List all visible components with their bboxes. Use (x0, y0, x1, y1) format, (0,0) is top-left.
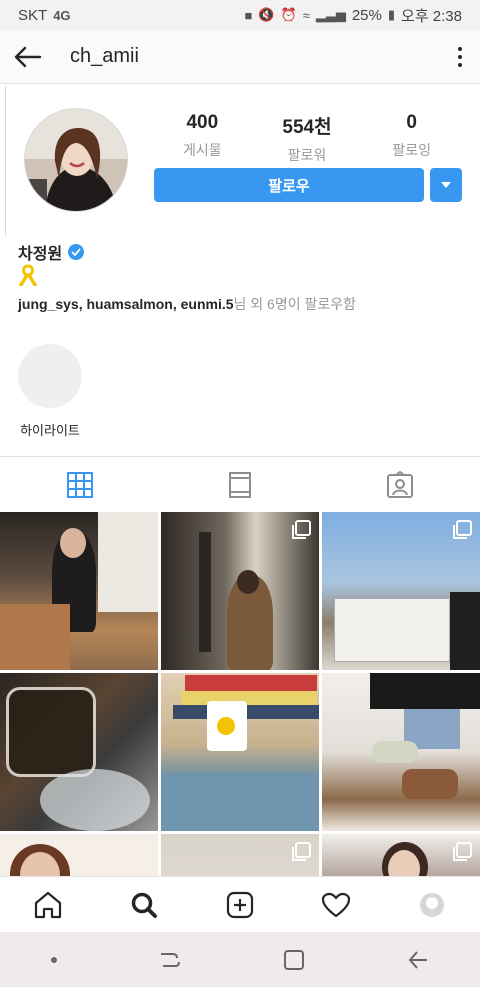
bio-ribbon: 🎗 (18, 264, 38, 291)
multi-photo-icon (453, 520, 472, 539)
story-edge (0, 86, 6, 236)
story-highlight[interactable]: 하이라이트 (18, 344, 82, 439)
wifi-icon: ≈ (302, 7, 310, 23)
follow-button[interactable]: 팔로우 (154, 168, 424, 202)
carrier-label: SKT (18, 6, 48, 24)
battery-icon: ▮ (387, 7, 396, 22)
alarm-icon: ⏰ (280, 7, 297, 22)
highlight-circle (18, 344, 82, 408)
posts-stat[interactable]: 400 게시물 (152, 112, 252, 165)
tab-feed[interactable] (160, 457, 320, 512)
following-count: 0 (406, 112, 417, 133)
following-label: 팔로잉 (392, 142, 431, 158)
clock: 오후 2:38 (401, 7, 462, 25)
signal-icon: ▂▃▅ (315, 7, 346, 22)
suggested-dropdown-button[interactable] (430, 168, 462, 202)
posts-label: 게시물 (183, 142, 222, 158)
full-name: 차정원 (18, 246, 63, 263)
followers-label: 팔로워 (287, 147, 327, 163)
home-icon (34, 891, 62, 918)
multi-photo-icon (292, 520, 311, 539)
avatar[interactable] (24, 108, 128, 212)
followers-count: 554천 (282, 117, 332, 138)
system-navigation-bar (0, 932, 480, 987)
caret-down-icon (441, 182, 451, 188)
grid-icon (67, 471, 93, 498)
multi-photo-icon (453, 842, 472, 861)
highlight-label: 하이라이트 (20, 423, 80, 438)
follow-row: 팔로우 (154, 168, 462, 202)
lock-icon: ■ (244, 7, 253, 23)
nav-search[interactable] (96, 877, 192, 932)
arrow-left-icon (14, 46, 42, 67)
grid-post[interactable] (161, 673, 319, 831)
multi-photo-icon (292, 842, 311, 861)
search-icon (131, 892, 157, 918)
header-username: ch_amii (70, 45, 139, 67)
add-post-icon (226, 891, 254, 918)
avatar-photo (25, 109, 127, 211)
verified-badge-icon (68, 244, 85, 260)
nav-activity[interactable] (288, 877, 384, 932)
posts-count: 400 (186, 112, 219, 133)
profile-avatar-icon (420, 892, 444, 917)
battery-percent: 25% (351, 6, 382, 24)
yellow-ribbon-icon (19, 264, 37, 287)
following-stat[interactable]: 0 팔로잉 (362, 112, 462, 165)
profile-stats: 400 게시물 554천 팔로워 0 팔로잉 (150, 112, 464, 165)
followed-by-suffix: 님 외 6명이 팔로우함 (233, 296, 357, 312)
profile-header: ch_amii (0, 30, 480, 84)
feed-icon (229, 471, 251, 498)
home-square-icon[interactable] (283, 949, 305, 971)
followed-by-text[interactable]: jung_sys, huamsalmon, eunmi.5님 외 6명이 팔로우… (18, 294, 356, 314)
grid-post[interactable] (161, 512, 319, 670)
network-label: 4G (53, 7, 71, 23)
status-bar: SKT 4G ■ 🔇 ⏰ ≈ ▂▃▅ 25% ▮ 오후 2:38 (0, 0, 480, 30)
nav-home[interactable] (0, 877, 96, 932)
mute-icon: 🔇 (258, 7, 275, 22)
nav-new-post[interactable] (192, 877, 288, 932)
recent-apps-icon[interactable] (159, 950, 181, 970)
full-name-row: 차정원 (18, 240, 85, 264)
followed-by-names: jung_sys, huamsalmon, eunmi.5 (18, 296, 234, 312)
tagged-icon (387, 470, 413, 498)
back-arrow-icon[interactable] (407, 950, 429, 970)
grid-post[interactable] (0, 512, 158, 670)
tab-grid[interactable] (0, 457, 160, 512)
dot-icon[interactable] (51, 956, 57, 963)
heart-icon (321, 892, 351, 917)
followers-stat[interactable]: 554천 팔로워 (257, 112, 357, 165)
profile-tabs (0, 456, 480, 512)
back-button[interactable] (0, 30, 56, 84)
more-options-icon[interactable] (440, 46, 480, 67)
bottom-navigation (0, 876, 480, 932)
grid-post[interactable] (322, 673, 480, 831)
nav-profile[interactable] (384, 877, 480, 932)
grid-post[interactable] (322, 512, 480, 670)
grid-post[interactable] (0, 673, 158, 831)
tab-tagged[interactable] (320, 457, 480, 512)
